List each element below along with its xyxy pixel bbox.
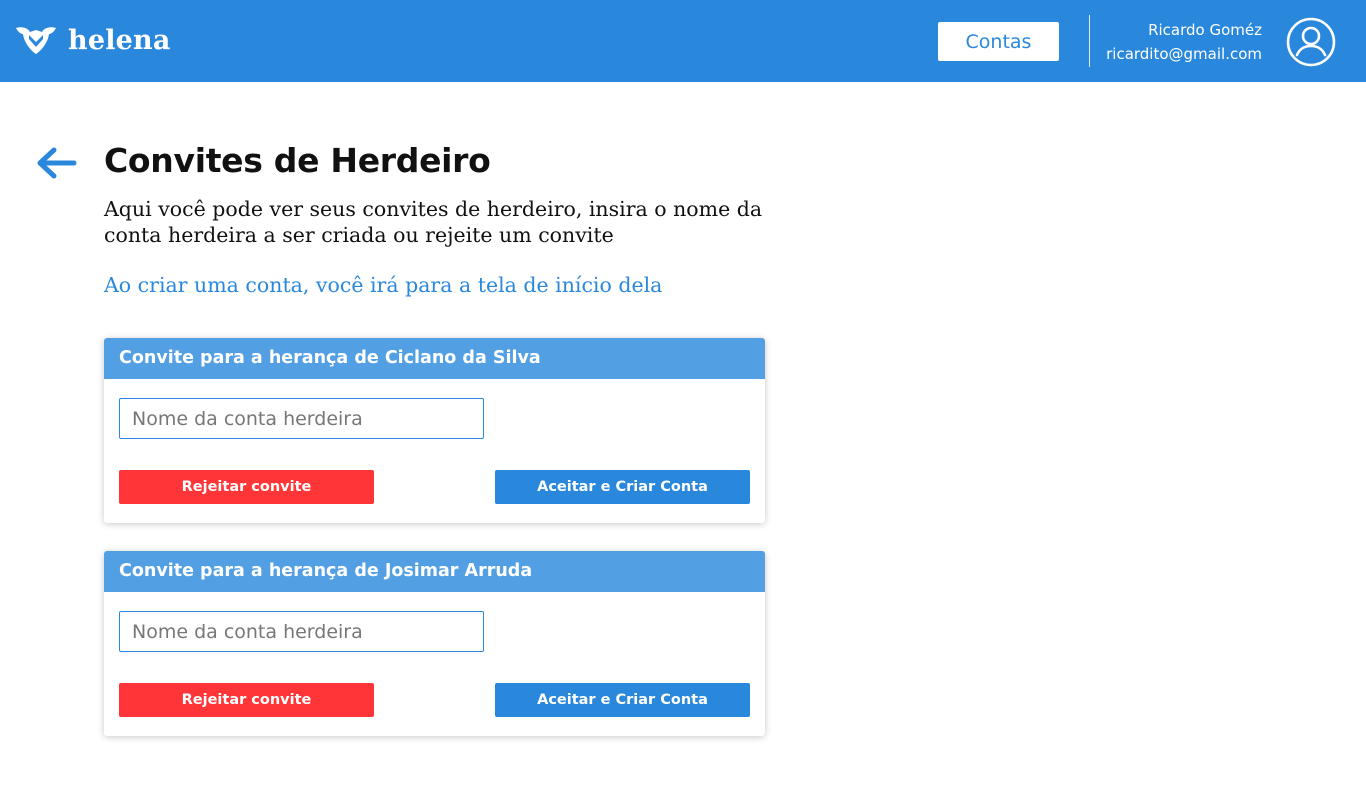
page-note: Ao criar uma conta, você irá para a tela… bbox=[104, 273, 663, 297]
invite-card: Convite para a herança de Ciclano da Sil… bbox=[104, 338, 765, 523]
invite-card-title: Convite para a herança de Ciclano da Sil… bbox=[104, 338, 765, 379]
page-description: Aqui você pode ver seus convites de herd… bbox=[104, 197, 763, 247]
accept-create-account-button[interactable]: Aceitar e Criar Conta bbox=[495, 683, 750, 717]
shield-wings-icon bbox=[14, 22, 58, 58]
brand-logo[interactable]: helena bbox=[14, 22, 171, 58]
heir-account-name-input[interactable] bbox=[119, 398, 484, 439]
reject-invite-button[interactable]: Rejeitar convite bbox=[119, 470, 374, 504]
invite-card-title: Convite para a herança de Josimar Arruda bbox=[104, 551, 765, 592]
user-info: Ricardo Goméz ricardito@gmail.com bbox=[1106, 18, 1262, 66]
user-name: Ricardo Goméz bbox=[1148, 21, 1262, 39]
page-title: Convites de Herdeiro bbox=[104, 141, 491, 180]
invite-card: Convite para a herança de Josimar Arruda… bbox=[104, 551, 765, 736]
heir-account-name-input[interactable] bbox=[119, 611, 484, 652]
arrow-left-icon[interactable] bbox=[34, 145, 78, 181]
user-email: ricardito@gmail.com bbox=[1106, 45, 1262, 63]
user-circle-icon[interactable] bbox=[1286, 17, 1336, 67]
header-divider bbox=[1089, 15, 1090, 67]
accept-create-account-button[interactable]: Aceitar e Criar Conta bbox=[495, 470, 750, 504]
brand-name: helena bbox=[68, 24, 171, 56]
accounts-button[interactable]: Contas bbox=[938, 22, 1059, 61]
top-header: helena Contas Ricardo Goméz ricardito@gm… bbox=[0, 0, 1366, 82]
reject-invite-button[interactable]: Rejeitar convite bbox=[119, 683, 374, 717]
